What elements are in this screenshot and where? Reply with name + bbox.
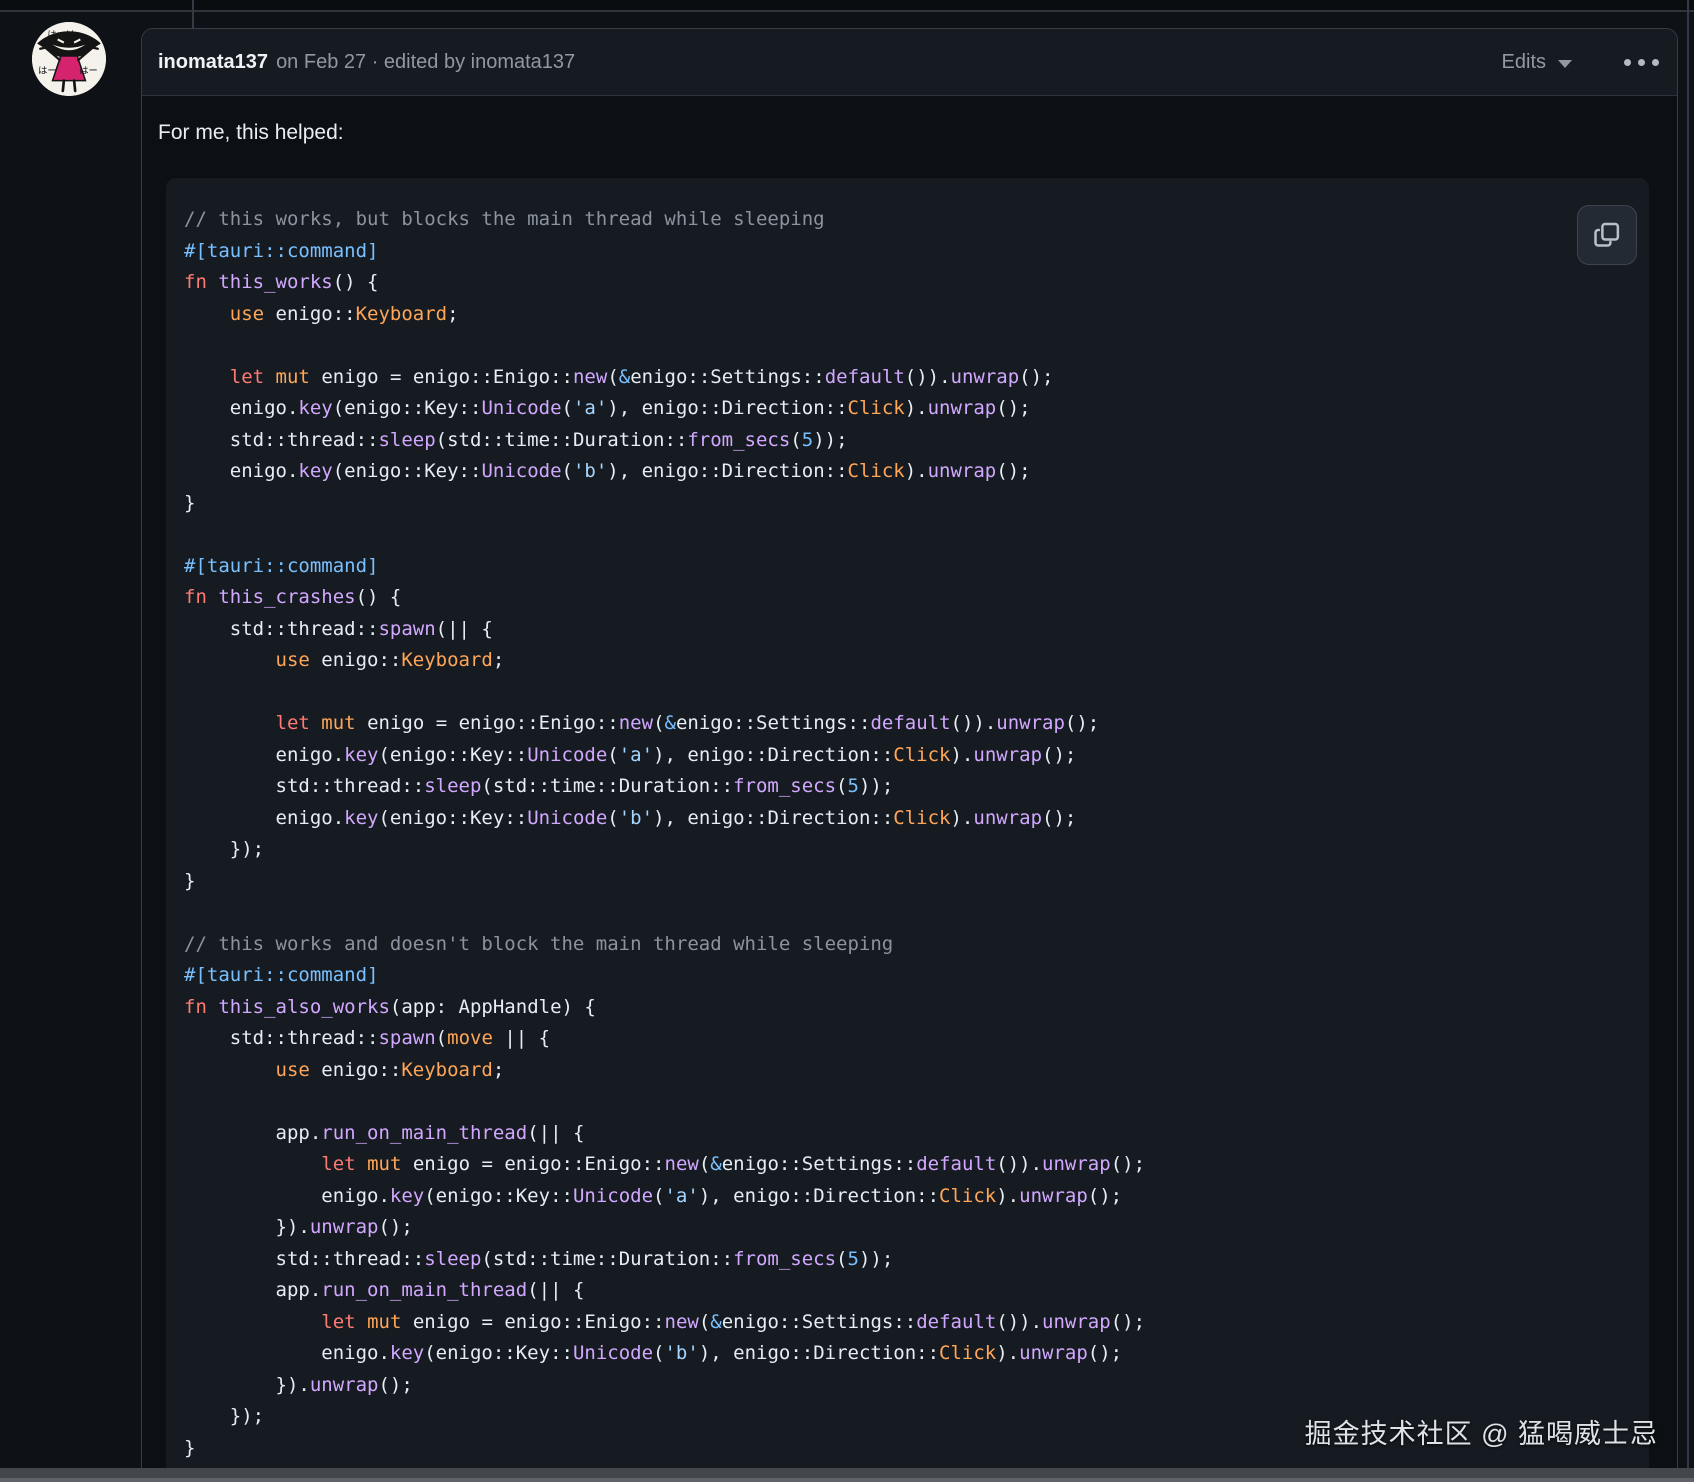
window-right-edge — [1687, 0, 1689, 1482]
code-line: enigo.key(enigo::Key::Unicode('a'), enig… — [184, 397, 1031, 419]
code-line: use enigo::Keyboard; — [229, 302, 459, 325]
comment-author[interactable]: inomata137 — [158, 51, 268, 74]
code-line: enigo.key(enigo::Key::Unicode('b'), enig… — [184, 460, 1031, 482]
code-line: let mut enigo = enigo::Enigo::new(&enigo… — [229, 365, 1054, 388]
kebab-menu-button[interactable] — [1622, 53, 1661, 72]
comment-header: inomata137 on Feb 27 · edited by inomata… — [142, 29, 1677, 96]
code-line: enigo.key(enigo::Key::Unicode('b'), enig… — [184, 1342, 1123, 1364]
svg-text:はー: はー — [79, 65, 98, 76]
code-line: std::thread::sleep(std::time::Duration::… — [184, 1247, 894, 1270]
code-line: use enigo::Keyboard; — [275, 649, 505, 671]
svg-text:はー: はー — [38, 65, 56, 76]
code-line: enigo.key(enigo::Key::Unicode('a'), enig… — [184, 1184, 1123, 1207]
code-line: std::thread::spawn(move || { — [184, 1027, 551, 1049]
code-line: fn this_also_works(app: AppHandle) { — [184, 995, 596, 1018]
avatar[interactable]: はーは はー はー — [32, 22, 106, 96]
code-line: let mut enigo = enigo::Enigo::new(&enigo… — [321, 1153, 1146, 1175]
timeline-separator — [0, 10, 1694, 12]
copy-icon — [1594, 222, 1620, 247]
previous-item-edge — [0, 0, 1694, 10]
comment-body: For me, this helped: // this works, but … — [142, 96, 1677, 1482]
code-line: } — [184, 869, 196, 892]
edits-label: Edits — [1501, 50, 1546, 73]
code-line: use enigo::Keyboard; — [275, 1058, 505, 1081]
code-line: }); — [184, 838, 265, 860]
code-line: enigo.key(enigo::Key::Unicode('a'), enig… — [184, 743, 1077, 766]
watermark: 掘金技术社区 @ 猛喝威士忌 — [1304, 1419, 1658, 1449]
code-line: app.run_on_main_thread(|| { — [184, 1121, 585, 1144]
code-line: std::thread::sleep(std::time::Duration::… — [184, 428, 848, 451]
code-content[interactable]: // this works, but blocks the main threa… — [184, 204, 1631, 1464]
code-line: #[tauri::command] — [184, 239, 379, 262]
copy-code-button[interactable] — [1577, 205, 1637, 265]
edits-dropdown-button[interactable]: Edits — [1502, 51, 1572, 74]
thread-connector-line — [192, 0, 194, 28]
chevron-down-icon — [1558, 59, 1572, 68]
kebab-menu-icon — [1624, 58, 1631, 66]
code-line: std::thread::spawn(|| { — [184, 617, 493, 640]
svg-text:はーは: はーは — [47, 29, 75, 40]
code-block: // this works, but blocks the main threa… — [166, 178, 1649, 1482]
code-line: let mut enigo = enigo::Enigo::new(&enigo… — [275, 712, 1100, 734]
code-line: fn this_works() { — [184, 271, 379, 293]
comment-timestamp: on Feb 27 · edited by inomata137 — [276, 50, 576, 73]
avatar-image: はーは はー はー — [32, 22, 106, 96]
code-line: #[tauri::command] — [184, 964, 379, 986]
code-line: enigo.key(enigo::Key::Unicode('b'), enig… — [184, 806, 1077, 829]
code-line: // this works and doesn't block the main… — [184, 932, 894, 955]
code-line: } — [184, 491, 196, 514]
code-line: }).unwrap(); — [184, 1373, 413, 1396]
comment-text: For me, this helped: — [158, 121, 344, 144]
code-line: app.run_on_main_thread(|| { — [184, 1279, 585, 1301]
code-line: let mut enigo = enigo::Enigo::new(&enigo… — [321, 1310, 1146, 1333]
code-line: }).unwrap(); — [184, 1216, 413, 1238]
code-line: std::thread::sleep(std::time::Duration::… — [184, 775, 894, 797]
code-line: // this works, but blocks the main threa… — [184, 208, 825, 230]
window-bottom-bar[interactable] — [0, 1468, 1694, 1482]
comment-card: inomata137 on Feb 27 · edited by inomata… — [141, 28, 1678, 1482]
code-line: fn this_crashes() { — [184, 586, 402, 608]
code-line: #[tauri::command] — [184, 554, 379, 577]
